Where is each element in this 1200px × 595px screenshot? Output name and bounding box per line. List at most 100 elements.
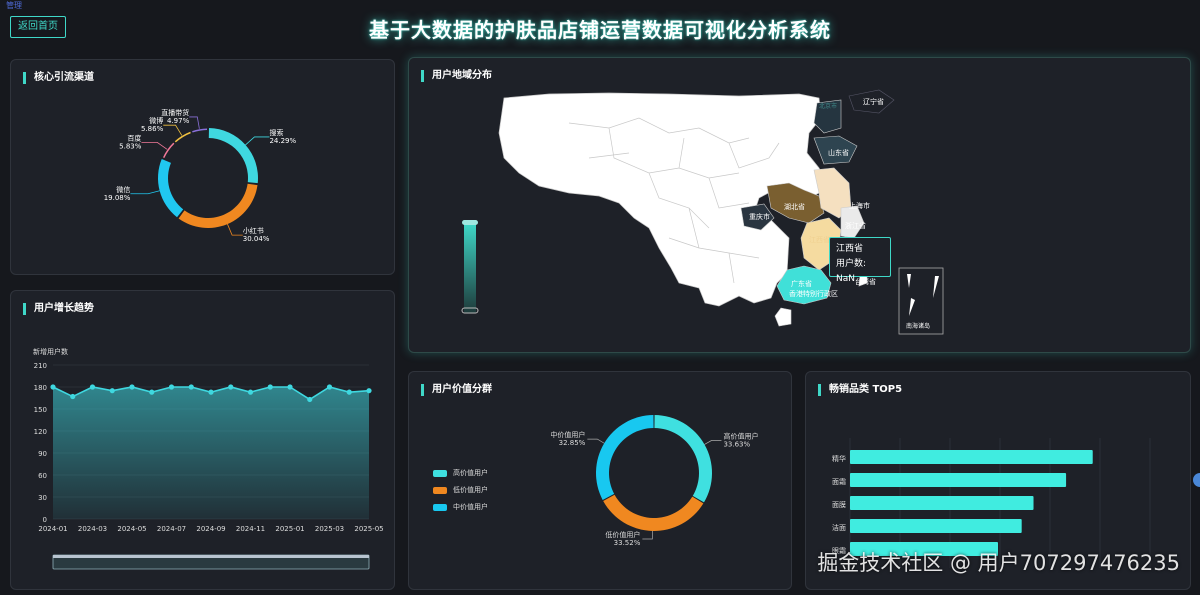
growth-y-tick: 90 [38,450,47,458]
channel-slice [162,142,175,159]
value-leader-line [587,438,605,444]
growth-y-axis-title: 新增用户数 [33,347,68,356]
growth-x-tick: 2025-05 [354,525,383,533]
channel-label: 搜索 [269,128,283,137]
growth-point [149,389,155,395]
growth-x-tick: 2024-01 [38,525,67,533]
map-tooltip: 江西省 用户数: NaN [829,237,891,284]
growth-area-chart: 新增用户数 0 30 60 90 120 150 180 210 2024-01 2024-03 20… [33,347,384,570]
growth-point [366,388,372,394]
growth-point [307,396,313,403]
value-label: 中价值用户 [550,430,585,439]
visual-map-handle-top[interactable] [462,220,478,225]
growth-point [247,389,254,395]
growth-x-tick: 2024-07 [157,525,186,533]
map-label-guangdong: 广东省 [791,279,812,288]
value-leader-line [704,440,722,445]
growth-point [326,384,333,390]
growth-y-tick: 60 [38,472,47,480]
top5-bar [850,496,1034,510]
growth-point [50,384,56,390]
map-label-hongkong: 香港特别行政区 [789,289,838,298]
map-label-liaoning: 辽宁省 [863,97,884,106]
top5-bar [850,450,1093,464]
growth-x-tick: 2025-03 [315,525,344,533]
value-label: 高价值用户 [723,432,758,441]
page-title: 基于大数据的护肤品店铺运营数据可视化分析系统 [369,18,831,42]
growth-y-tick: 0 [43,516,47,524]
value-donut-chart: 高价值用户33.63% 低价值用户33.52% 中价值用户32.85% [550,415,758,547]
map-label-beijing: 北京市 [819,102,837,110]
channel-label: 微博 [149,116,163,125]
growth-y-tick: 120 [34,428,47,436]
side-handle[interactable] [1193,473,1200,487]
growth-point [89,384,96,390]
growth-y-tick: 30 [38,494,47,502]
channel-percent: 19.08% [104,194,131,202]
channels-panel: 核心引流渠道 搜索 24.29% 小红书 30.04% 微信 19.08% 百度 5.83% 微… [10,59,395,275]
growth-area [53,387,369,519]
channel-label: 百度 [127,133,141,142]
value-percent: 32.85% [559,439,586,447]
map-label-nanhai: 南海诸岛 [906,322,930,330]
top5-category-label: 洁面 [832,523,846,532]
growth-point [109,388,115,394]
growth-point [228,384,234,390]
channel-percent: 30.04% [243,235,270,243]
channel-percent: 24.29% [269,137,296,145]
value-slice [603,494,704,531]
growth-point [188,384,194,390]
channel-slice [208,128,258,184]
growth-point [70,393,76,400]
growth-x-tick: 2025-01 [275,525,304,533]
value-leader-line [642,530,653,540]
top5-bar [850,473,1067,487]
channel-percent: 5.83% [119,142,142,150]
channel-leader-line [245,136,270,146]
growth-y-tick: 180 [34,384,47,392]
channel-label: 直播带货 [161,108,189,117]
top5-bar [850,519,1022,533]
map-label-chongqing: 重庆市 [749,212,770,221]
tooltip-value: 用户数: NaN [836,259,867,284]
map-panel: 用户地域分布 辽宁省 山东省 湖北省 重庆市 上海市 浙江省 江西省 广东省 香… [408,57,1191,353]
corner-tag: 管理 [6,1,22,10]
value-label: 低价值用户 [605,530,640,539]
growth-point [208,389,214,395]
channel-slice [158,159,184,218]
watermark: 掘金技术社区 @ 用户707297476235 [817,551,1180,575]
province-hainan[interactable] [774,307,792,327]
growth-zoom-bar [53,555,369,558]
growth-point [129,384,135,390]
top5-category-label: 面霜 [832,478,846,486]
value-slice [654,415,712,503]
map-label-shanghai: 上海市 [849,201,870,210]
map-label-hubei: 湖北省 [784,202,805,211]
map-label-jiangxi: 江西省 [809,235,830,244]
growth-x-tick: 2024-11 [236,525,265,533]
channel-leader-line [163,124,183,136]
value-percent: 33.63% [723,441,750,449]
value-percent: 33.52% [614,539,641,547]
top5-category-label: 精华 [832,454,846,463]
map-label-shandong: 山东省 [828,148,849,157]
channel-label: 小红书 [243,226,264,235]
growth-y-tick: 210 [34,362,47,370]
top5-category-label: 面膜 [832,500,846,509]
channel-leader-line [141,141,168,150]
channel-slice [192,128,208,133]
channel-percent: 4.97% [167,117,190,125]
growth-point [267,384,273,390]
channel-percent: 5.86% [141,125,164,133]
value-panel: 用户价值分群 高价值用户 低价值用户 中价值用户 高价值用户 33.63% 低价值用户 3… [408,371,792,590]
china-map[interactable]: 辽宁省 山东省 湖北省 重庆市 上海市 浙江省 江西省 广东省 香港特别行政区 … [409,58,1192,354]
visual-map-bar[interactable] [464,223,476,313]
tooltip-province: 江西省 [836,244,864,254]
channel-leader-line [189,116,200,129]
value-slice [596,415,654,500]
channel-slice [178,183,258,228]
growth-y-tick: 150 [34,406,47,414]
growth-point [287,384,293,390]
growth-point [346,389,352,395]
growth-panel: 用户增长趋势 新增用户数 0 30 60 90 120 150 180 210 2024-01 20… [10,290,395,590]
